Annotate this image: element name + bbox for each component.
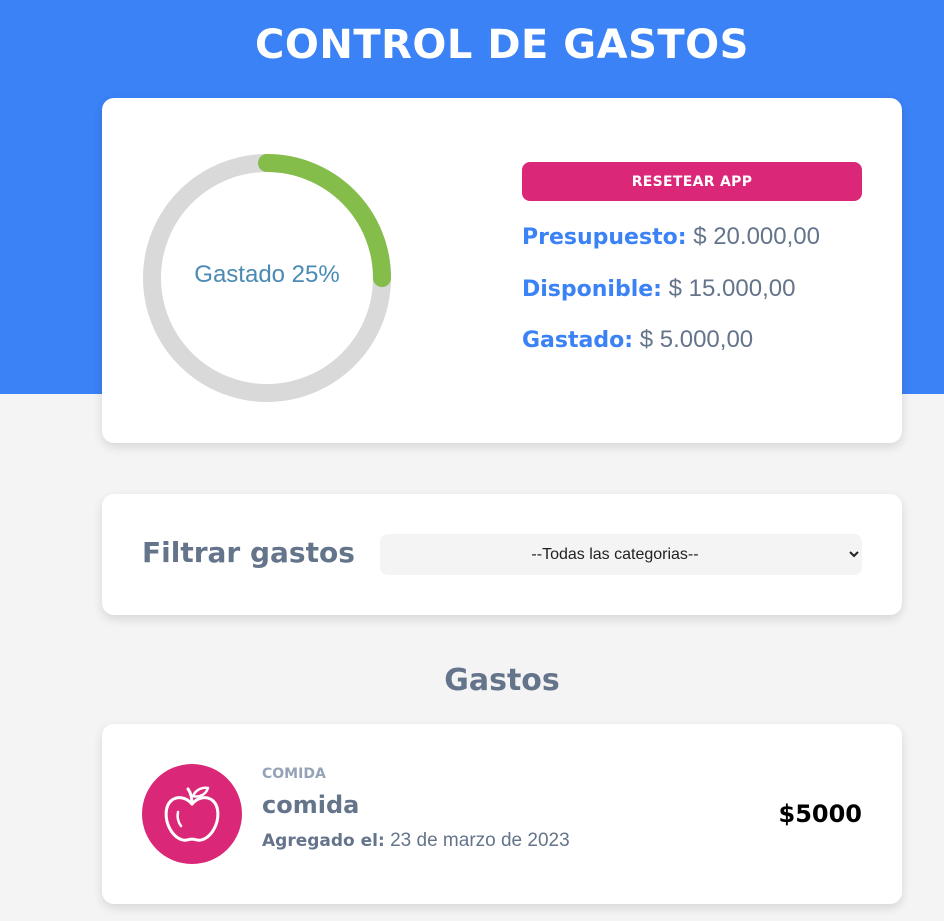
- available-value: $ 15.000,00: [668, 275, 796, 302]
- expense-date-label: Agregado el:: [262, 831, 385, 851]
- budget-progress-circle: Gastado 25%: [142, 153, 392, 403]
- reset-app-button[interactable]: Resetear app: [522, 162, 862, 201]
- apple-icon: [164, 786, 220, 842]
- expense-amount: $5000: [778, 800, 863, 828]
- budget-amount-row: Presupuesto: $ 20.000,00: [522, 223, 820, 251]
- budget-label: Presupuesto:: [522, 225, 687, 250]
- app-title: CONTROL DE GASTOS: [255, 22, 749, 68]
- available-amount-row: Disponible: $ 15.000,00: [522, 275, 795, 303]
- category-filter-select[interactable]: --Todas las categorias--: [380, 534, 862, 575]
- progress-text: Gastado 25%: [194, 261, 340, 288]
- expense-date-value: 23 de marzo de 2023: [390, 830, 570, 851]
- filter-card: Filtrar gastos --Todas las categorias--: [102, 494, 902, 615]
- spent-amount-row: Gastado: $ 5.000,00: [522, 326, 753, 354]
- expense-name: comida: [262, 791, 360, 819]
- budget-value: $ 20.000,00: [693, 223, 820, 250]
- expense-category: Comida: [262, 766, 326, 782]
- category-icon-badge: [142, 764, 242, 864]
- expenses-section-title: Gastos: [444, 663, 560, 698]
- expense-date-row: Agregado el: 23 de marzo de 2023: [262, 830, 570, 852]
- spent-label: Gastado:: [522, 328, 634, 353]
- filter-label: Filtrar gastos: [142, 536, 355, 569]
- available-label: Disponible:: [522, 277, 662, 302]
- spent-value: $ 5.000,00: [639, 326, 754, 353]
- expense-item[interactable]: Comida comida Agregado el: 23 de marzo d…: [102, 724, 902, 904]
- budget-card: Gastado 25% Resetear app Presupuesto: $ …: [102, 98, 902, 443]
